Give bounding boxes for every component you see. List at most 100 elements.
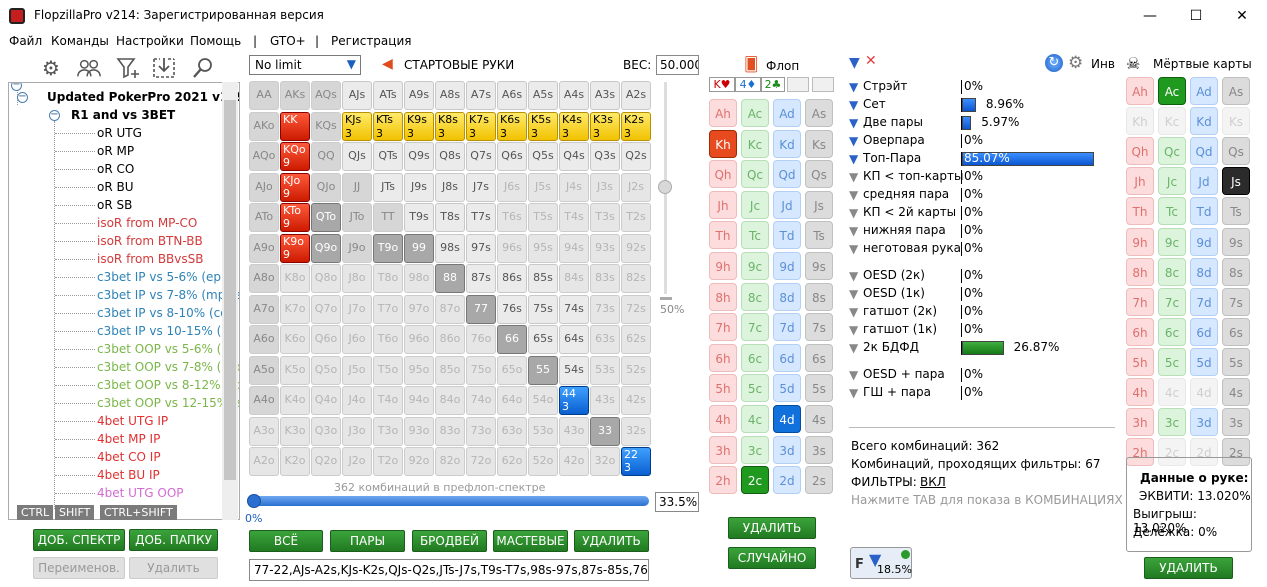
dead-card-4d[interactable]: 4d [1190,378,1218,406]
minimize-button[interactable]: — [1127,0,1173,32]
stat-filter-icon[interactable]: ▼ [849,134,858,148]
hand-cell[interactable]: AKo [249,111,279,141]
flop-card-2d[interactable]: 2d [773,466,801,495]
weight-slider-thumb[interactable] [658,180,672,194]
pairs-button[interactable]: ПАРЫ [330,530,405,552]
hand-cell[interactable]: AKs [280,81,310,110]
refresh-icon[interactable]: ↻ [1045,54,1063,72]
menu-gto[interactable]: GTO+ [270,34,306,48]
hand-cell[interactable]: A8o [249,264,279,293]
hand-cell[interactable]: J9s [404,172,434,202]
hand-cell[interactable]: T8s [435,203,465,232]
dead-card-8s[interactable]: 8s [1222,257,1250,286]
hand-cell[interactable]: 52s [621,355,651,385]
tree-item[interactable]: oR SB [97,196,132,214]
tree-item[interactable]: oR BU [97,178,134,196]
hand-cell[interactable]: K5s 3 [528,111,558,141]
flop-card-9h[interactable]: 9h [709,252,737,280]
dead-card-Jd[interactable]: Jd [1190,167,1218,196]
hand-cell[interactable]: A4s [559,81,589,110]
flop-card-7d[interactable]: 7d [773,313,801,342]
hand-cell[interactable]: T9o [373,233,403,263]
hand-cell[interactable]: 52o [528,447,558,476]
invert-label[interactable]: Инв [1091,57,1115,71]
flop-card-2s[interactable]: 2s [805,466,833,495]
hand-cell[interactable]: A7s [466,81,496,110]
hand-cell[interactable]: 32o [590,447,620,476]
hand-cell[interactable]: Q7o [311,294,341,324]
hand-cell[interactable]: ATo [249,203,279,232]
dead-card-5c[interactable]: 5c [1158,347,1186,376]
hand-cell[interactable]: QQ [311,142,341,171]
dead-card-3s[interactable]: 3s [1222,408,1250,437]
hand-cell[interactable]: A5o [249,355,279,385]
flop-card-2c[interactable]: 2c [741,466,769,495]
dead-card-Jc[interactable]: Jc [1158,167,1186,196]
dead-card-6h[interactable]: 6h [1126,317,1154,346]
hand-grid[interactable]: AA AKs AQs AJs ATs A9s A8s A7s A6s A5s A4s A3s A2s AK… [249,81,651,477]
hand-cell[interactable]: K3o [280,416,310,446]
dead-card-Ah[interactable]: Ah [1126,77,1154,105]
collapse-toggle-icon[interactable]: − [49,110,60,121]
flop-card-6h[interactable]: 6h [709,343,737,372]
tree-item[interactable]: c3bet IP vs 10-15% (bu v [97,322,239,340]
hand-cell[interactable]: 32s [621,416,651,446]
dead-card-6c[interactable]: 6c [1158,317,1186,346]
flop-card-Td[interactable]: Td [773,221,801,250]
search-icon[interactable] [190,55,216,81]
flop-card-9c[interactable]: 9c [741,252,769,280]
hand-cell[interactable]: Q3o [311,416,341,446]
flop-card-Kd[interactable]: Kd [773,129,801,158]
stat-filter-icon[interactable]: ▼ [849,323,858,337]
flop-card-5d[interactable]: 5d [773,374,801,403]
hand-cell[interactable]: QTo [311,203,341,232]
stat-filter-icon[interactable]: ▼ [849,152,858,166]
stat-filter-icon[interactable]: ▼ [849,170,858,184]
hand-cell[interactable]: Q9s [404,142,434,171]
hand-cell[interactable]: A9o [249,233,279,263]
hand-cell[interactable]: K7o [280,294,310,324]
hand-cell[interactable]: T4s [559,203,589,232]
hand-cell[interactable]: 94o [404,386,434,415]
hand-cell[interactable]: 63o [497,416,527,446]
hand-cell[interactable]: K7s 3 [466,111,496,141]
hand-cell[interactable]: J7o [342,294,372,324]
hand-cell[interactable]: 44 3 [559,386,589,415]
close-button[interactable]: ✕ [1219,0,1265,32]
menu-file[interactable]: Файл [9,34,42,48]
hand-cell[interactable]: Q7s [466,142,496,171]
hand-cell[interactable]: AJs [342,81,372,110]
hand-cell[interactable]: T2o [373,447,403,476]
tree-item[interactable]: c3bet OOP vs 7-8% (mp [97,358,239,376]
flop-card-Qh[interactable]: Qh [709,160,737,189]
board-card-5[interactable] [812,77,834,92]
hand-cell[interactable]: T7s [466,203,496,232]
dead-card-Tc[interactable]: Tc [1158,197,1186,226]
tree-item[interactable]: c3bet OOP vs 8-12% (co [97,376,239,394]
hand-cell[interactable]: 53s [590,355,620,385]
hand-cell[interactable]: K4o [280,386,310,415]
dead-card-6d[interactable]: 6d [1190,317,1218,346]
hand-cell[interactable]: T2s [621,203,651,232]
hand-cell[interactable]: 84s [559,264,589,293]
tree-item[interactable]: c3bet IP vs 7-8% (mp vs [97,286,239,304]
hand-cell[interactable]: Q3s [590,142,620,171]
hand-cell[interactable]: 88 [435,264,465,293]
back-arrow-icon[interactable]: ◀ [382,56,393,72]
hand-cell[interactable]: 92o [404,447,434,476]
flop-card-Tc[interactable]: Tc [741,221,769,250]
flop-card-6s[interactable]: 6s [805,343,833,372]
tree-root[interactable]: Updated PokerPro 2021 v1.2 [47,88,239,106]
filter-add-icon[interactable] [115,55,141,81]
hand-cell[interactable]: QTs [373,142,403,171]
add-folder-button[interactable]: ДОБ. ПАПКУ [129,529,218,551]
dead-card-Qd[interactable]: Qd [1190,137,1218,166]
hand-cell[interactable]: KK [280,111,310,141]
hand-cell[interactable]: AQo [249,142,279,171]
hand-cell[interactable]: K3s 3 [590,111,620,141]
dead-card-9c[interactable]: 9c [1158,227,1186,256]
hand-cell[interactable]: 75s [528,294,558,324]
hand-cell[interactable]: 66 [497,325,527,354]
hand-cell[interactable]: J5o [342,355,372,385]
hand-cell[interactable]: 93s [590,233,620,263]
